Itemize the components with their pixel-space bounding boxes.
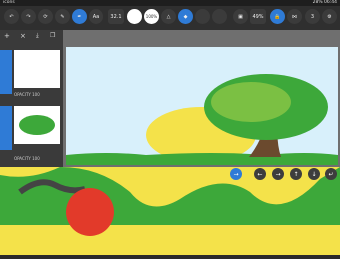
- layer-panel: + × ⤓ ❐ OPACITY 100 OPACITY 100: [0, 30, 63, 167]
- lock-button[interactable]: 🔒: [270, 9, 285, 24]
- hills: [0, 167, 340, 225]
- arrow-left-button[interactable]: ←: [254, 168, 266, 180]
- layer-1-thumbnail[interactable]: [14, 50, 60, 88]
- symmetry-button[interactable]: ⋈: [287, 9, 302, 24]
- settings-button[interactable]: ⚙: [322, 9, 337, 24]
- tree-highlight: [211, 82, 291, 122]
- delete-layer-icon[interactable]: ×: [20, 32, 26, 40]
- arrow-right-icon: →: [233, 170, 239, 178]
- return-button[interactable]: ↵: [325, 168, 337, 180]
- scene-artwork: [66, 74, 338, 165]
- tool-button-a[interactable]: [195, 9, 210, 24]
- zoom-button[interactable]: 49%: [250, 9, 266, 24]
- gear-icon: ⚙: [327, 13, 332, 20]
- text-tool-button[interactable]: Aa: [89, 9, 103, 24]
- arrow-down-button[interactable]: ↓: [308, 168, 320, 180]
- brush-size[interactable]: 32.1: [108, 9, 124, 24]
- add-layer-icon[interactable]: +: [4, 32, 10, 40]
- arrow-up-icon: ↑: [293, 170, 299, 178]
- undo-button[interactable]: ↶: [4, 9, 19, 24]
- fill-button[interactable]: ◆: [178, 9, 193, 24]
- arrow-down-icon: ↓: [311, 170, 317, 178]
- layer-2-preview: [19, 115, 55, 135]
- undo-icon: ↶: [9, 13, 14, 20]
- lock-icon: 🔒: [274, 13, 281, 20]
- color-swatch[interactable]: [127, 9, 142, 24]
- bottom-artwork: [0, 167, 340, 236]
- count-button[interactable]: 3: [305, 9, 320, 24]
- return-icon: ↵: [328, 170, 334, 178]
- opacity-value: 100%: [145, 14, 158, 19]
- layer-2-handle[interactable]: [0, 106, 12, 150]
- eyedropper-icon: ✎: [60, 13, 65, 20]
- opacity-button[interactable]: 100%: [144, 9, 159, 24]
- bottom-canvas: [0, 167, 340, 255]
- duplicate-layer-icon[interactable]: ❐: [50, 32, 55, 39]
- text-tool-label: Aa: [92, 13, 100, 20]
- transform-icon: ⟳: [43, 13, 48, 20]
- image-icon: ▣: [238, 13, 243, 20]
- triangle-icon: △: [166, 13, 171, 20]
- brush-size-value: 32.1: [110, 13, 122, 20]
- arrow-left-icon: ←: [257, 170, 263, 178]
- zoom-value: 49%: [252, 13, 264, 20]
- merge-layer-icon[interactable]: ⤓: [36, 32, 39, 40]
- tool-button-b[interactable]: [212, 9, 227, 24]
- next-button[interactable]: →: [230, 168, 242, 180]
- layer-2-opacity: OPACITY 100: [14, 156, 40, 161]
- layer-2-thumbnail[interactable]: [14, 106, 60, 144]
- top-toolbar: ↶ ↷ ⟳ ✎ ✒ Aa 32.1 100% △ ◆ ▣ 49% 🔒 ⋈ 3 ⚙: [0, 6, 340, 30]
- count-value: 3: [310, 13, 315, 20]
- layer-1-handle[interactable]: [0, 50, 12, 94]
- brush-button[interactable]: ✒: [72, 9, 87, 24]
- layers-icon: ◆: [183, 13, 188, 20]
- arrow-right-icon-2: →: [275, 170, 281, 178]
- image-button[interactable]: ▣: [233, 9, 248, 24]
- redo-button[interactable]: ↷: [21, 9, 36, 24]
- snail-shell: [66, 188, 114, 236]
- redo-icon: ↷: [26, 13, 31, 20]
- brush-icon: ✒: [77, 13, 82, 20]
- shape-button[interactable]: △: [161, 9, 176, 24]
- picker-button[interactable]: ✎: [55, 9, 70, 24]
- symmetry-icon: ⋈: [292, 13, 297, 20]
- transform-button[interactable]: ⟳: [38, 9, 53, 24]
- layer-1-opacity: OPACITY 100: [14, 92, 40, 97]
- drawing-canvas[interactable]: [66, 47, 338, 165]
- arrow-right-button[interactable]: →: [272, 168, 284, 180]
- grass: [66, 153, 338, 165]
- arrow-up-button[interactable]: ↑: [290, 168, 302, 180]
